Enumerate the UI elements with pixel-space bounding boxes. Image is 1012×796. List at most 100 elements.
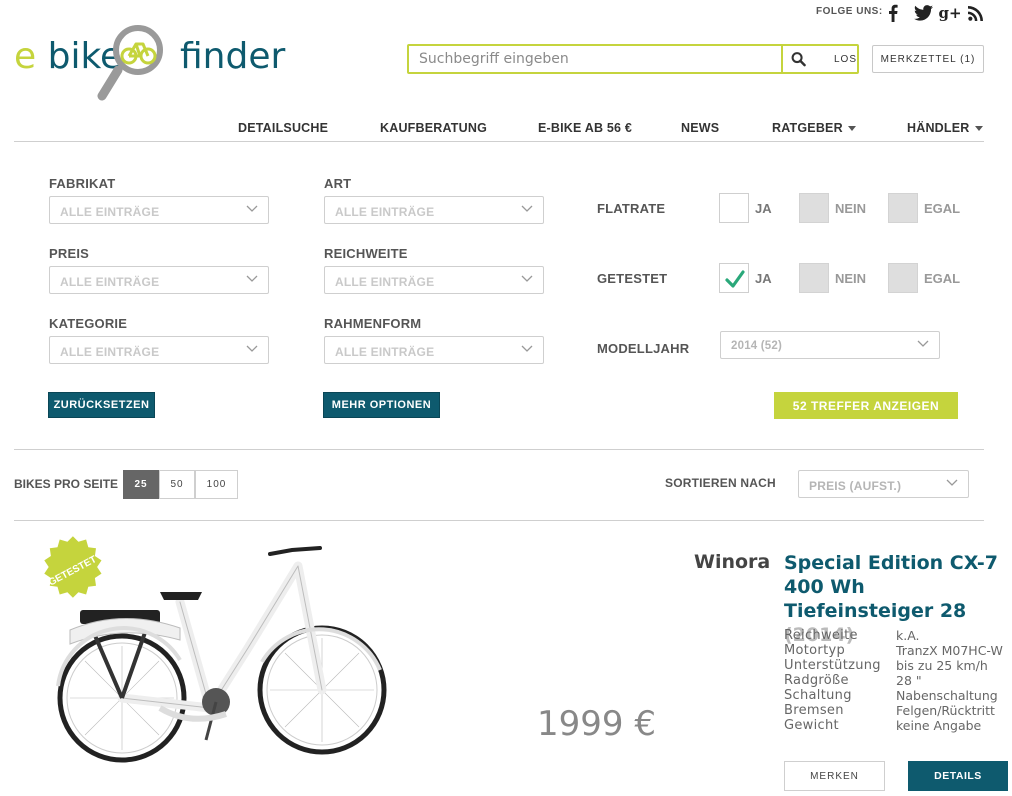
art-label: ART — [324, 176, 352, 191]
per-page-25[interactable]: 25 — [123, 470, 159, 499]
nav-ratgeber[interactable]: RATGEBER — [772, 121, 856, 135]
nav-detailsuche[interactable]: DETAILSUCHE — [238, 121, 328, 135]
spec-value-unterstuetzung: bis zu 25 km/h — [896, 658, 988, 673]
getestet-label: GETESTET — [597, 271, 668, 286]
per-page-100[interactable]: 100 — [195, 470, 238, 499]
getestet-badge: GETESTET — [44, 536, 102, 598]
getestet-egal-label: EGAL — [924, 271, 961, 286]
flatrate-egal-label: EGAL — [924, 201, 961, 216]
rahmenform-select[interactable]: ALLE EINTRÄGE — [324, 336, 544, 364]
product-image[interactable]: GETESTET — [30, 530, 410, 770]
fabrikat-select[interactable]: ALLE EINTRÄGE — [49, 196, 269, 224]
sort-select[interactable]: PREIS (AUFST.) — [798, 470, 969, 498]
per-page-50[interactable]: 50 — [159, 470, 195, 499]
chevron-down-icon — [974, 126, 983, 132]
preis-value: ALLE EINTRÄGE — [60, 275, 160, 289]
spec-key-motortyp: Motortyp — [784, 643, 846, 658]
spec-value-motortyp: TranzX M07HC-W — [896, 643, 1003, 658]
search-bar: LOS — [407, 44, 859, 74]
flatrate-ja-checkbox[interactable] — [719, 193, 749, 223]
modelljahr-select[interactable]: 2014 (52) — [720, 331, 940, 359]
spec-value-bremsen: Felgen/Rücktritt — [896, 703, 995, 718]
nav-ratgeber-label: RATGEBER — [772, 121, 843, 135]
modelljahr-label: MODELLJAHR — [597, 341, 690, 356]
flatrate-nein-checkbox[interactable] — [799, 193, 829, 223]
getestet-ja-label: JA — [755, 271, 772, 286]
spec-value-radgroesse: 28 " — [896, 673, 922, 688]
chevron-down-icon — [521, 345, 533, 352]
rss-icon[interactable] — [966, 3, 984, 23]
kategorie-label: KATEGORIE — [49, 316, 128, 331]
facebook-icon[interactable] — [886, 3, 900, 23]
nav-haendler[interactable]: HÄNDLER — [907, 121, 983, 135]
product-price: 1999 € — [537, 704, 656, 744]
sort-value: PREIS (AUFST.) — [809, 479, 902, 493]
nav-news[interactable]: NEWS — [681, 121, 719, 135]
chevron-down-icon — [521, 275, 533, 282]
search-button-label: LOS — [833, 53, 857, 65]
spec-key-gewicht: Gewicht — [784, 718, 839, 733]
chevron-down-icon — [946, 479, 958, 486]
google-plus-icon[interactable]: g+ — [938, 3, 961, 23]
flatrate-egal-checkbox[interactable] — [888, 193, 918, 223]
art-value: ALLE EINTRÄGE — [335, 205, 435, 219]
chevron-down-icon — [246, 345, 258, 352]
chevron-down-icon — [246, 205, 258, 212]
twitter-icon[interactable] — [912, 3, 934, 23]
ebikefinder-logo[interactable]: e bike finder — [14, 24, 286, 104]
merkzettel-button[interactable]: MERKZETTEL (1) — [872, 45, 984, 73]
product-title-text: Special Edition CX-7 400 Wh Tiefeinsteig… — [784, 552, 998, 622]
follow-us-label: FOLGE UNS: — [816, 6, 883, 17]
search-button[interactable]: LOS — [783, 46, 857, 72]
checkmark-icon — [725, 270, 745, 288]
per-page-label: BIKES PRO SEITE — [14, 477, 119, 491]
flatrate-nein-label: NEIN — [835, 201, 867, 216]
rahmenform-value: ALLE EINTRÄGE — [335, 345, 435, 359]
spec-key-unterstuetzung: Unterstützung — [784, 658, 881, 673]
nav-divider — [14, 141, 984, 142]
getestet-egal-checkbox[interactable] — [888, 263, 918, 293]
magnifier-bike-icon — [97, 25, 163, 101]
spec-key-reichweite: Reichweite — [784, 628, 858, 643]
nav-haendler-label: HÄNDLER — [907, 121, 970, 135]
spec-value-schaltung: Nabenschaltung — [896, 688, 998, 703]
spec-key-schaltung: Schaltung — [784, 688, 852, 703]
details-button[interactable]: DETAILS — [908, 761, 1008, 791]
spec-key-bremsen: Bremsen — [784, 703, 844, 718]
chevron-down-icon — [847, 126, 856, 132]
search-input[interactable] — [409, 46, 781, 72]
getestet-nein-label: NEIN — [835, 271, 867, 286]
spec-value-gewicht: keine Angabe — [896, 718, 982, 733]
rahmenform-label: RAHMENFORM — [324, 316, 422, 331]
kategorie-value: ALLE EINTRÄGE — [60, 345, 160, 359]
reichweite-select[interactable]: ALLE EINTRÄGE — [324, 266, 544, 294]
filter-divider — [14, 449, 984, 450]
product-brand: Winora — [694, 551, 771, 573]
nav-ebike-ab[interactable]: E-BIKE AB 56 € — [538, 121, 632, 135]
merken-button[interactable]: MERKEN — [784, 761, 885, 791]
flatrate-ja-label: JA — [755, 201, 772, 216]
getestet-ja-checkbox[interactable] — [719, 263, 749, 293]
chevron-down-icon — [917, 340, 929, 347]
reset-button[interactable]: ZURÜCKSETZEN — [48, 392, 155, 418]
kategorie-select[interactable]: ALLE EINTRÄGE — [49, 336, 269, 364]
search-icon — [791, 52, 806, 67]
preis-select[interactable]: ALLE EINTRÄGE — [49, 266, 269, 294]
chevron-down-icon — [246, 275, 258, 282]
reichweite-label: REICHWEITE — [324, 246, 408, 261]
spec-key-radgroesse: Radgröße — [784, 673, 849, 688]
reichweite-value: ALLE EINTRÄGE — [335, 275, 435, 289]
flatrate-label: FLATRATE — [597, 201, 666, 216]
results-divider — [14, 520, 984, 521]
sort-label: SORTIEREN NACH — [665, 476, 776, 490]
more-options-button[interactable]: MEHR OPTIONEN — [323, 392, 440, 418]
show-results-button[interactable]: 52 TREFFER ANZEIGEN — [774, 392, 958, 419]
logo-text-finder: finder — [180, 36, 286, 77]
modelljahr-value: 2014 (52) — [731, 340, 783, 352]
preis-label: PREIS — [49, 246, 90, 261]
nav-kaufberatung[interactable]: KAUFBERATUNG — [380, 121, 487, 135]
fabrikat-value: ALLE EINTRÄGE — [60, 205, 160, 219]
getestet-nein-checkbox[interactable] — [799, 263, 829, 293]
spec-value-reichweite: k.A. — [896, 628, 920, 643]
art-select[interactable]: ALLE EINTRÄGE — [324, 196, 544, 224]
